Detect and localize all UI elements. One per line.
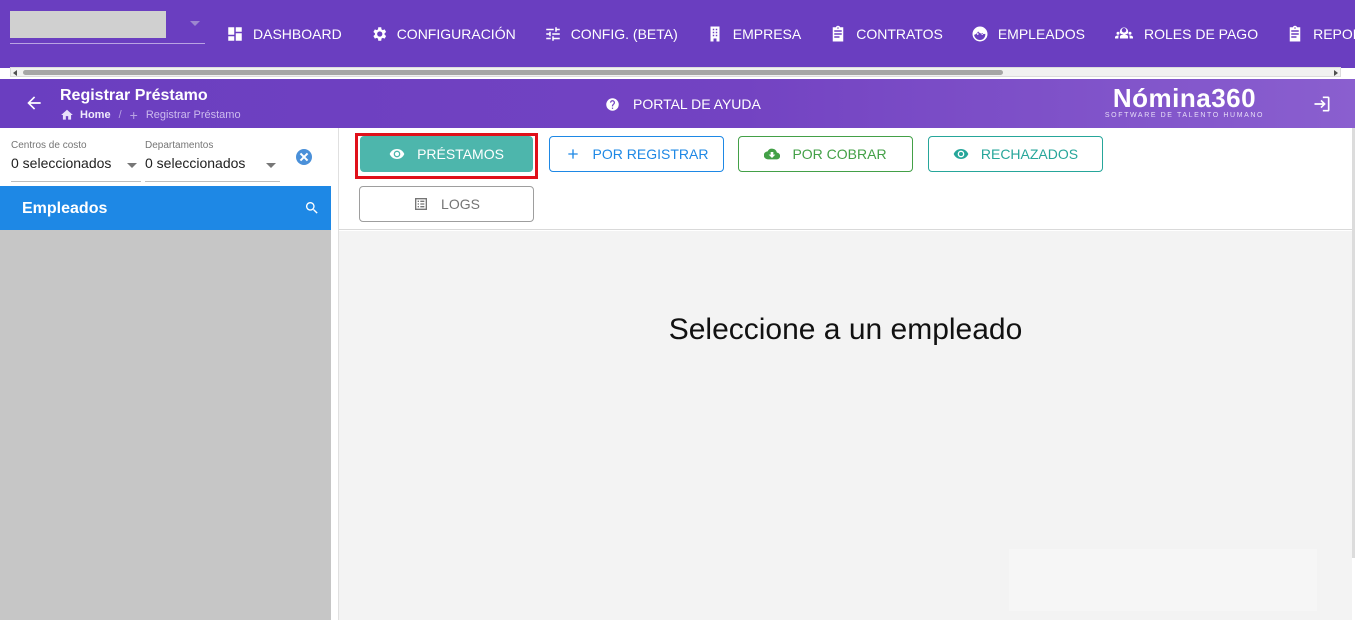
nav-label: CONFIG. (BETA) (570, 26, 678, 42)
help-portal-link[interactable]: PORTAL DE AYUDA (605, 96, 761, 112)
employees-header: Empleados (0, 186, 331, 230)
empty-state-message: Seleccione a un empleado (668, 313, 1023, 346)
arrow-back-icon (27, 96, 41, 110)
nav-reportes[interactable]: REPORTES (1286, 25, 1355, 43)
selection-highlight (355, 133, 538, 179)
logs-label: LOGS (441, 196, 480, 212)
nav-empresa[interactable]: EMPRESA (706, 25, 801, 43)
search-icon (305, 202, 318, 214)
nav-label: EMPRESA (732, 26, 802, 42)
cost-center-value: 0 seleccionados (11, 155, 112, 171)
scroll-left-icon[interactable] (13, 70, 17, 76)
logo-tagline: SOFTWARE DE TALENTO HUMANO (1104, 112, 1265, 119)
clipboard-icon (832, 25, 844, 42)
help-label: PORTAL DE AYUDA (633, 96, 761, 112)
nav-dashboard[interactable]: DASHBOARD (226, 25, 342, 43)
tune-icon (545, 27, 560, 41)
nav-config-beta[interactable]: CONFIG. (BETA) (544, 25, 678, 43)
breadcrumb-home[interactable]: Home (80, 109, 111, 121)
page-header: Registrar Préstamo Home / + Registrar Pr… (0, 79, 1355, 128)
logout-icon (1314, 96, 1330, 112)
list-icon (415, 198, 428, 210)
department-select[interactable]: Departamentos 0 seleccionados (145, 140, 280, 182)
por-cobrar-label: POR COBRAR (792, 146, 887, 162)
employees-title: Empleados (22, 200, 108, 217)
nav-label: EMPLEADOS (997, 26, 1085, 42)
home-icon (61, 109, 73, 120)
page-title: Registrar Préstamo (60, 87, 208, 104)
breadcrumb: Home / + Registrar Préstamo (60, 108, 241, 122)
main-nav: DASHBOARD CONFIGURACIÓN CONFIG. (BETA) E… (226, 0, 1355, 68)
nav-roles-de-pago[interactable]: ROLES DE PAGO (1113, 25, 1258, 43)
por-cobrar-button[interactable]: POR COBRAR (738, 136, 913, 172)
building-icon (710, 26, 720, 42)
logo-text: Nómina360 (1112, 83, 1257, 113)
nav-label: ROLES DE PAGO (1143, 26, 1259, 42)
scrollbar-thumb[interactable] (23, 70, 1003, 75)
scroll-right-icon[interactable] (1334, 70, 1338, 76)
company-select[interactable] (10, 11, 205, 44)
faint-overlay (1009, 549, 1317, 611)
logs-button[interactable]: LOGS (359, 186, 534, 222)
employee-list[interactable] (0, 230, 331, 620)
report-icon (1289, 25, 1301, 42)
chevron-down-icon (127, 163, 137, 168)
help-icon (606, 97, 619, 111)
department-label: Departamentos (145, 140, 214, 151)
plus-icon: + (129, 106, 138, 123)
clear-filters-icon[interactable] (296, 149, 312, 165)
dashboard-icon (228, 27, 242, 41)
top-navbar: DASHBOARD CONFIGURACIÓN CONFIG. (BETA) E… (0, 0, 1355, 68)
department-value: 0 seleccionados (145, 155, 246, 171)
group-icon (1114, 27, 1133, 39)
cost-center-label: Centros de costo (11, 140, 87, 151)
gear-icon (373, 27, 386, 41)
chevron-down-icon (266, 163, 276, 168)
nav-contratos[interactable]: CONTRATOS (829, 25, 943, 43)
search-button[interactable] (304, 200, 320, 216)
nomina360-logo: Nómina360 SOFTWARE DE TALENTO HUMANO (1102, 84, 1267, 119)
face-icon (972, 26, 988, 42)
cloud-download-icon (764, 148, 781, 160)
eye-icon (953, 149, 969, 159)
nav-label: CONFIGURACIÓN (396, 26, 516, 42)
filters-panel: Centros de costo 0 seleccionados Departa… (0, 128, 338, 185)
plus-icon (567, 149, 578, 159)
breadcrumb-separator: / (118, 109, 122, 121)
logout-button[interactable] (1312, 94, 1332, 114)
nav-configuracion[interactable]: CONFIGURACIÓN (370, 25, 516, 43)
por-registrar-label: POR REGISTRAR (592, 146, 709, 162)
nav-label: REPORTES (1313, 26, 1355, 42)
rechazados-label: RECHAZADOS (980, 146, 1079, 162)
rechazados-button[interactable]: RECHAZADOS (928, 136, 1103, 172)
horizontal-scrollbar[interactable] (10, 67, 1341, 77)
cost-center-select[interactable]: Centros de costo 0 seleccionados (11, 140, 141, 182)
nav-empleados[interactable]: EMPLEADOS (971, 25, 1085, 43)
breadcrumb-current: Registrar Préstamo (145, 109, 241, 121)
nav-label: DASHBOARD (253, 26, 342, 42)
company-name-redacted (10, 11, 166, 38)
main-content: Seleccione a un empleado (339, 231, 1352, 620)
back-button[interactable] (24, 93, 44, 113)
nav-label: CONTRATOS (856, 26, 943, 42)
por-registrar-button[interactable]: POR REGISTRAR (549, 136, 724, 172)
chevron-down-icon (190, 21, 200, 26)
